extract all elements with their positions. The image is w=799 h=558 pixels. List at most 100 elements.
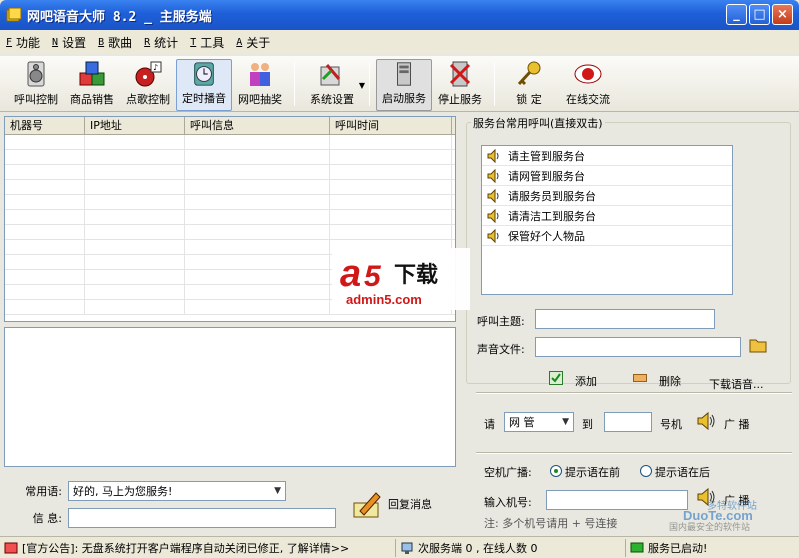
tone-before-radio[interactable] — [550, 465, 562, 477]
call-control-button[interactable]: 呼叫控制 — [8, 59, 64, 111]
subject-input[interactable] — [535, 309, 715, 329]
table-row[interactable] — [5, 195, 455, 210]
column-header-call-info[interactable]: 呼叫信息 — [185, 117, 330, 134]
table-cell — [5, 165, 85, 179]
speaker-box-icon — [27, 61, 45, 87]
app-icon — [6, 7, 22, 22]
table-cell — [85, 285, 185, 299]
table-row[interactable] — [5, 225, 455, 240]
please-label: 请 — [484, 418, 495, 431]
lock-button[interactable]: 锁 定 — [501, 59, 557, 111]
menu-settings[interactable]: N 设置 — [52, 34, 86, 51]
stop-service-button[interactable]: 停止服务 — [432, 59, 488, 111]
menu-function[interactable]: F 功能 — [6, 34, 40, 51]
divider — [476, 452, 792, 454]
table-cell — [330, 180, 452, 194]
tone-after-radio[interactable] — [640, 465, 652, 477]
table-row[interactable] — [5, 135, 455, 150]
admin5-logo: a 5 下载 admin5.com — [340, 253, 438, 307]
logo-download: 下载 — [394, 262, 438, 288]
list-item[interactable]: 请网管到服务台 — [482, 166, 732, 186]
table-cell — [5, 240, 85, 254]
list-item[interactable]: 请清洁工到服务台 — [482, 206, 732, 226]
song-control-button[interactable]: ♪ 点歌控制 — [120, 59, 176, 111]
title-bar: 网吧语音大师 8.2 _ 主服务端 _ □ × — [0, 0, 799, 30]
delete-button[interactable]: 删除 — [659, 373, 681, 389]
add-check-icon[interactable] — [549, 371, 563, 385]
server-icon — [397, 62, 411, 86]
menu-statistics[interactable]: R 统计 — [144, 34, 178, 51]
list-item[interactable]: 请主管到服务台 — [482, 146, 732, 166]
table-cell — [85, 225, 185, 239]
tone-after-label[interactable]: 提示语在后 — [655, 464, 710, 480]
online-chat-button[interactable]: 在线交流 — [557, 59, 619, 111]
system-settings-button[interactable]: 系统设置 ▼ — [301, 59, 365, 111]
sound-file-input[interactable] — [535, 337, 741, 357]
table-cell — [85, 270, 185, 284]
tone-before-label[interactable]: 提示语在前 — [565, 464, 620, 480]
logo-site: admin5.com — [346, 292, 422, 307]
alarm-clock-icon — [194, 62, 214, 86]
info-label: 信 息: — [32, 512, 62, 525]
timed-play-button[interactable]: 定时播音 — [176, 59, 232, 111]
menu-songs[interactable]: B 歌曲 — [98, 34, 132, 51]
table-row[interactable] — [5, 165, 455, 180]
download-voice-link[interactable]: 下载语音... — [709, 376, 764, 392]
table-cell — [5, 180, 85, 194]
table-header: 机器号 IP地址 呼叫信息 呼叫时间 — [5, 117, 455, 135]
info-input[interactable] — [68, 508, 336, 528]
broadcast-button[interactable]: 广 播 — [724, 416, 750, 432]
column-header-machine[interactable]: 机器号 — [5, 117, 85, 134]
list-item[interactable]: 保管好个人物品 — [482, 226, 732, 246]
cubes-icon — [79, 61, 105, 86]
column-header-ip[interactable]: IP地址 — [85, 117, 185, 134]
table-cell — [185, 165, 330, 179]
common-calls-group: 服务台常用呼叫(直接双击) 请主管到服务台 请网管到服务台 请服务员到服务台 请… — [466, 115, 791, 391]
menu-about[interactable]: A 关于 — [236, 34, 270, 51]
staff-select[interactable]: 网 管 ▼ — [504, 412, 574, 432]
common-phrase-label: 常用语: — [25, 485, 62, 498]
lottery-button[interactable]: 网吧抽奖 — [232, 59, 288, 111]
start-service-button[interactable]: 启动服务 — [376, 59, 432, 111]
window-title: 网吧语音大师 8.2 _ 主服务端 — [27, 9, 212, 25]
monitor-icon — [630, 542, 644, 552]
table-row[interactable] — [5, 180, 455, 195]
machine-number-input[interactable] — [604, 412, 652, 432]
menu-tools[interactable]: T 工具 — [190, 34, 224, 51]
delete-minus-icon[interactable] — [633, 374, 647, 382]
official-notice[interactable]: [官方公告]: 无盘系统打开客户端程序自动关闭已修正, 了解详情>> — [0, 538, 396, 557]
call-list[interactable]: 请主管到服务台 请网管到服务台 请服务员到服务台 请清洁工到服务台 保管好个人物… — [481, 145, 733, 295]
table-cell — [330, 150, 452, 164]
dropdown-arrow-icon[interactable]: ▼ — [359, 81, 365, 90]
reply-message-button[interactable]: 回复消息 — [350, 487, 432, 521]
divider — [476, 392, 792, 394]
table-cell — [5, 135, 85, 149]
common-phrase-select[interactable]: 好的, 马上为您服务! ▼ — [68, 481, 286, 501]
duote-site: DuoTe.com — [683, 508, 753, 523]
table-cell — [185, 150, 330, 164]
goods-sale-button[interactable]: 商品销售 — [64, 59, 120, 111]
list-item[interactable]: 请服务员到服务台 — [482, 186, 732, 206]
table-cell — [85, 150, 185, 164]
table-cell — [185, 255, 330, 269]
folder-open-icon[interactable] — [749, 335, 769, 355]
duote-tagline: 国内最安全的软件站 — [669, 521, 750, 532]
toolbar-separator — [294, 62, 295, 106]
message-area[interactable] — [4, 327, 456, 467]
table-cell — [85, 195, 185, 209]
broadcast-speaker-icon[interactable] — [696, 410, 718, 432]
add-button[interactable]: 添加 — [575, 373, 597, 389]
cd-music-icon: ♪ — [135, 61, 162, 87]
column-header-call-time[interactable]: 呼叫时间 — [330, 117, 452, 134]
speaker-icon — [487, 188, 499, 203]
maximize-button[interactable]: □ — [749, 4, 770, 25]
table-cell — [5, 270, 85, 284]
table-row[interactable] — [5, 210, 455, 225]
service-state: 服务已启动! — [626, 539, 796, 557]
close-button[interactable]: × — [772, 4, 793, 25]
table-row[interactable] — [5, 150, 455, 165]
table-cell — [185, 210, 330, 224]
svg-text:♪: ♪ — [153, 63, 158, 72]
machine-unit-label: 号机 — [660, 418, 682, 431]
minimize-button[interactable]: _ — [726, 4, 747, 25]
